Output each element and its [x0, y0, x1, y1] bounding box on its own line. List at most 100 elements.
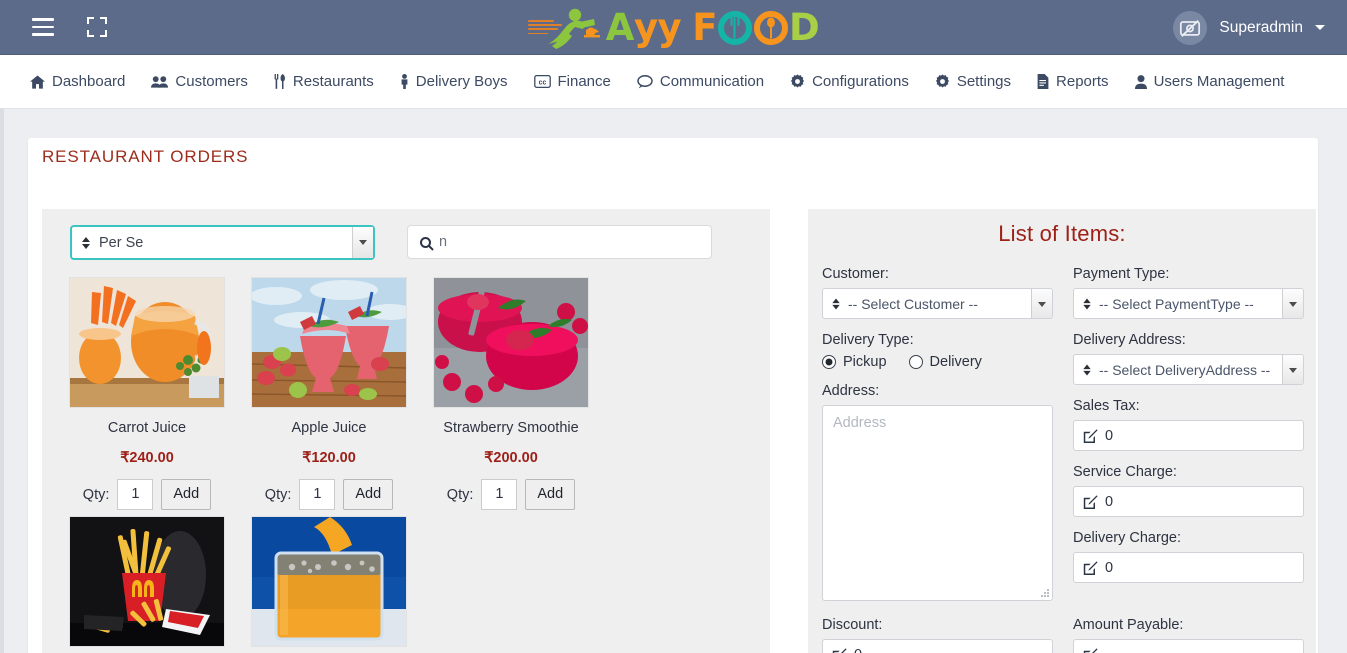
service-charge-input[interactable]: 0 [1073, 486, 1304, 517]
address-textarea[interactable]: Address [822, 405, 1053, 601]
nav-label: Communication [659, 73, 765, 90]
product-card[interactable]: Apple Juice ₹120.00 Qty: 1 Add [238, 277, 420, 510]
restaurant-select[interactable]: Per Se [70, 225, 375, 260]
nav-label: Customers [175, 73, 248, 90]
delivery-address-select-value: -- Select DeliveryAddress -- [1099, 361, 1271, 378]
menu-filter-controls: Per Se n [70, 225, 712, 260]
order-form: Customer: -- Select Customer -- Delivery… [822, 266, 1304, 601]
delivery-type-radio-group: Pickup Delivery [822, 354, 1053, 370]
french-fries-photo [69, 516, 225, 647]
nav-item-delivery-boys[interactable]: Delivery Boys [400, 73, 508, 90]
qty-input[interactable]: 1 [117, 479, 154, 510]
nav-item-settings[interactable]: Settings [935, 73, 1011, 90]
sort-icon [1083, 297, 1091, 310]
top-bar: Ayy F D Superadmin [0, 0, 1347, 55]
gear-icon [790, 74, 805, 89]
chevron-down-icon[interactable] [1031, 289, 1052, 318]
sales-tax-input[interactable]: 0 [1073, 420, 1304, 451]
main-navigation: Dashboard Customers Restaurants Delivery… [0, 55, 1347, 109]
delivery-type-label: Delivery Type: [822, 332, 914, 348]
gear-icon [935, 74, 950, 89]
radio-delivery-dot[interactable] [908, 355, 923, 369]
product-card[interactable]: Carrot Juice ₹240.00 Qty: 1 Add [56, 277, 238, 510]
product-qty-row: Qty: 1 Add [424, 479, 598, 510]
fullscreen-icon[interactable] [84, 14, 110, 40]
file-text-icon [1037, 74, 1049, 89]
edit-pencil-icon [1083, 428, 1098, 443]
service-charge-value: 0 [1105, 493, 1114, 510]
logo-letters-yy: yy [633, 6, 682, 49]
delivery-charge-label: Delivery Charge: [1073, 530, 1181, 546]
list-of-items-title: List of Items: [998, 221, 1126, 246]
menu-items-panel: Per Se n Carrot Juice ₹240.00 Qty: 1 Add… [42, 209, 770, 653]
nav-label: Finance [557, 73, 611, 90]
product-qty-row: Qty: 1 Add [242, 479, 416, 510]
logo-spoon-o-icon [753, 10, 788, 45]
orange-juice-photo [251, 516, 407, 647]
address-label: Address: [822, 383, 880, 399]
product-price: ₹120.00 [302, 450, 356, 466]
strawberry-smoothie-photo [433, 277, 589, 408]
amount-payable-input[interactable] [1073, 639, 1304, 653]
nav-label: Users Management [1153, 73, 1285, 90]
add-to-cart-button[interactable]: Add [343, 479, 394, 510]
delivery-charge-input[interactable]: 0 [1073, 552, 1304, 583]
edit-pencil-icon [1083, 560, 1098, 575]
chevron-down-icon[interactable] [352, 227, 373, 258]
product-card[interactable] [238, 516, 420, 653]
order-form-left-column: Customer: -- Select Customer -- Delivery… [822, 266, 1053, 601]
hamburger-icon[interactable] [30, 14, 56, 40]
nav-label: Delivery Boys [415, 73, 508, 90]
user-menu[interactable]: Superadmin [1173, 0, 1325, 55]
add-to-cart-button[interactable]: Add [525, 479, 576, 510]
runner-logo-icon [527, 6, 606, 50]
resize-grip-icon[interactable] [1041, 589, 1049, 597]
nav-label: Restaurants [292, 73, 374, 90]
product-price: ₹240.00 [120, 450, 174, 466]
nav-item-communication[interactable]: Communication [637, 73, 764, 90]
edit-pencil-icon [1083, 647, 1098, 653]
broken-image-icon [1173, 10, 1208, 45]
service-charge-label: Service Charge: [1073, 464, 1177, 480]
nav-item-users-management[interactable]: Users Management [1134, 73, 1285, 90]
add-to-cart-button[interactable]: Add [161, 479, 212, 510]
search-input[interactable]: n [407, 225, 712, 259]
radio-pickup[interactable]: Pickup [822, 354, 887, 370]
nav-item-reports[interactable]: Reports [1037, 73, 1109, 90]
user-name-label: Superadmin [1219, 18, 1303, 36]
chevron-down-icon[interactable] [1282, 289, 1303, 318]
comment-icon [637, 74, 653, 89]
qty-input[interactable]: 1 [481, 479, 518, 510]
amount-payable-label: Amount Payable: [1073, 617, 1184, 633]
product-price: ₹200.00 [484, 450, 538, 466]
order-totals-row: Discount: 0 Amount Payable: [822, 617, 1304, 653]
logo-letter-f: F [692, 6, 717, 49]
product-card[interactable]: Strawberry Smoothie ₹200.00 Qty: 1 Add [420, 277, 602, 510]
chevron-down-icon[interactable] [1282, 355, 1303, 384]
nav-item-configurations[interactable]: Configurations [790, 73, 909, 90]
customer-label: Customer: [822, 266, 889, 282]
customer-select[interactable]: -- Select Customer -- [822, 288, 1053, 319]
delivery-address-select[interactable]: -- Select DeliveryAddress -- [1073, 354, 1304, 385]
nav-item-finance[interactable]: cc Finance [533, 73, 611, 90]
radio-pickup-dot[interactable] [822, 355, 836, 369]
nav-item-customers[interactable]: Customers [151, 73, 248, 90]
product-card[interactable]: French Fries ₹300.00 Qty: 1 Add [56, 516, 238, 653]
nav-item-restaurants[interactable]: Restaurants [274, 73, 374, 90]
search-input-value: n [439, 234, 448, 250]
nav-item-dashboard[interactable]: Dashboard [30, 73, 125, 90]
order-summary-panel: List of Items: Customer: -- Select Custo… [808, 209, 1316, 653]
edit-pencil-icon [1083, 494, 1098, 509]
qty-label: Qty: [446, 486, 474, 503]
payment-type-select[interactable]: -- Select PaymentType -- [1073, 288, 1304, 319]
radio-delivery[interactable]: Delivery [908, 354, 982, 370]
sort-icon [1083, 363, 1091, 376]
chevron-down-icon[interactable] [1315, 25, 1325, 30]
discount-input[interactable]: 0 [822, 639, 1053, 653]
payment-type-select-value: -- Select PaymentType -- [1099, 295, 1254, 312]
user-icon [1134, 74, 1147, 89]
nav-label: Reports [1056, 73, 1109, 90]
qty-input[interactable]: 1 [299, 479, 336, 510]
product-name: Strawberry Smoothie [443, 420, 579, 436]
product-name: Apple Juice [291, 420, 367, 436]
